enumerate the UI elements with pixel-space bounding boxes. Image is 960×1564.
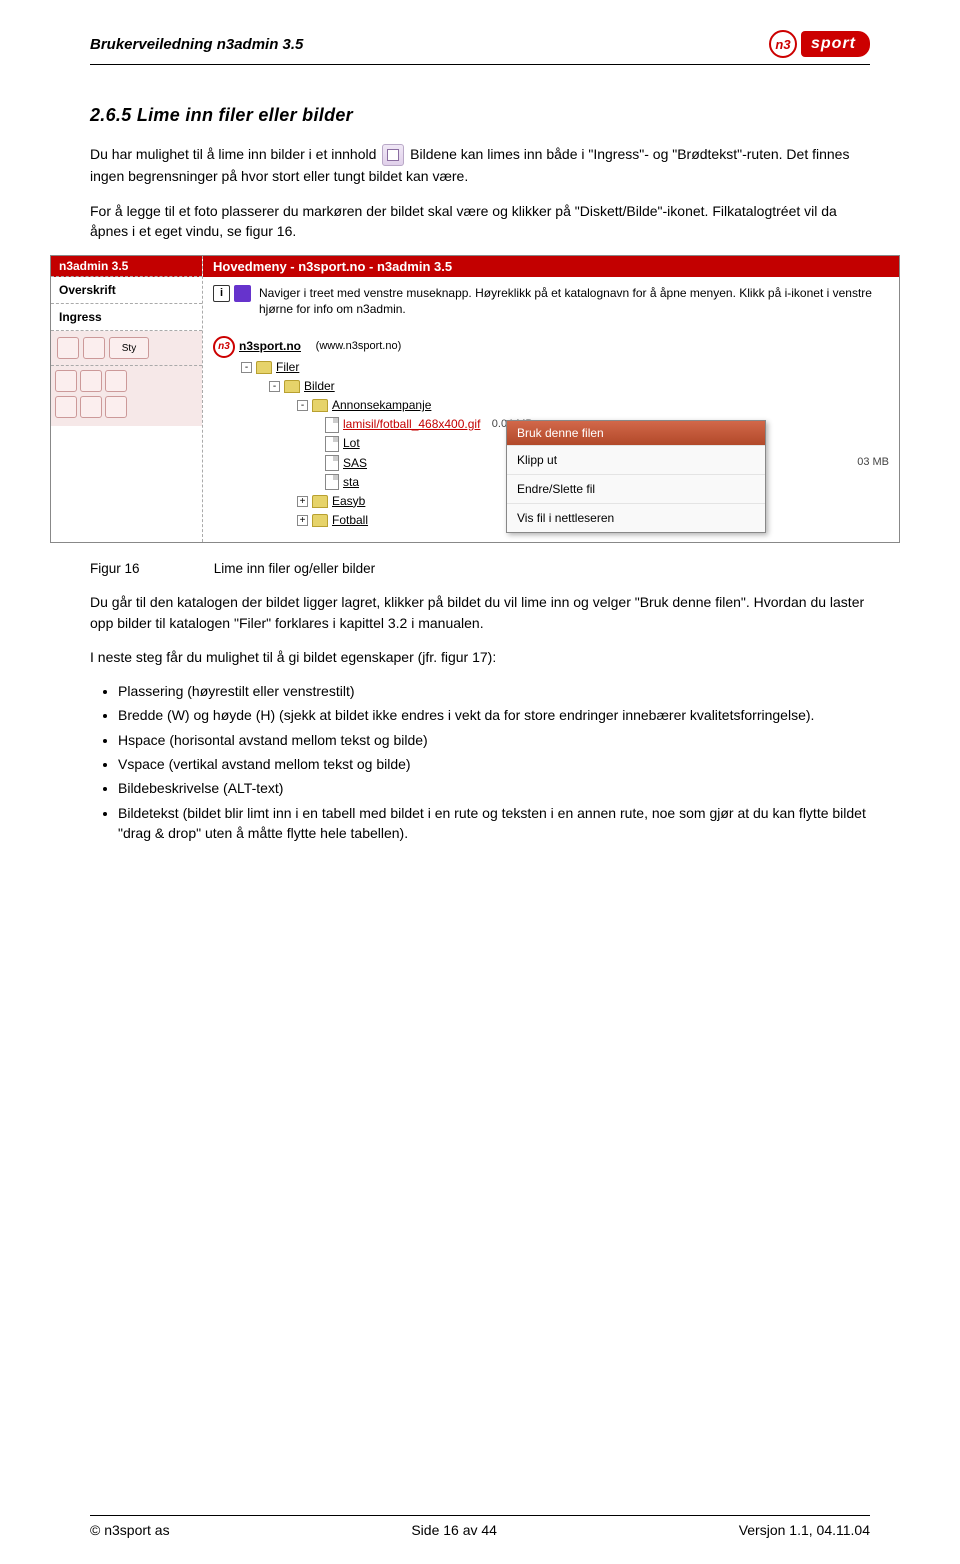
- sidebar-ingress: Ingress: [51, 304, 202, 331]
- figure-number: Figur 16: [90, 561, 210, 576]
- folder-icon: [312, 399, 328, 412]
- expander-minus-icon[interactable]: -: [269, 381, 280, 392]
- file-icon: [325, 417, 339, 433]
- logo-sport-text: sport: [801, 31, 870, 57]
- tree-root-label: n3sport.no: [239, 337, 301, 356]
- toolbar-preview-icon[interactable]: [83, 337, 105, 359]
- file-icon: [325, 474, 339, 490]
- toolbar-row-2: [55, 370, 198, 392]
- page-header: Brukerveiledning n3admin 3.5 n3 sport: [90, 30, 870, 65]
- bullet-3: Hspace (horisontal avstand mellom tekst …: [118, 730, 870, 750]
- footer-center: Side 16 av 44: [411, 1522, 497, 1538]
- brand-logo: n3 sport: [769, 30, 870, 58]
- paragraph-2: For å legge til et foto plasserer du mar…: [90, 201, 870, 242]
- list-ol-icon[interactable]: [55, 396, 77, 418]
- figure-caption-text: Lime inn filer og/eller bilder: [214, 561, 375, 576]
- n3-root-icon: n3: [213, 336, 235, 358]
- tree-root[interactable]: n3 n3sport.no (www.n3sport.no): [213, 336, 889, 358]
- folder-icon: [284, 380, 300, 393]
- screenshot-figure-16: n3admin 3.5 Overskrift Ingress Sty: [50, 255, 900, 543]
- expander-minus-icon[interactable]: -: [241, 362, 252, 373]
- cm-cut[interactable]: Klipp ut: [507, 445, 765, 474]
- toolbar-style-button[interactable]: Sty: [109, 337, 149, 359]
- tree-annonse[interactable]: - Annonsekampanje: [213, 396, 889, 415]
- toolbar-doc-icon[interactable]: [57, 337, 79, 359]
- expander-plus-icon[interactable]: +: [297, 496, 308, 507]
- footer-right: Versjon 1.1, 04.11.04: [739, 1522, 870, 1538]
- main-title: Hovedmeny - n3sport.no - n3admin 3.5: [203, 256, 899, 277]
- bullet-6: Bildetekst (bildet blir limt inn i en ta…: [118, 803, 870, 844]
- align-left-icon[interactable]: [55, 370, 77, 392]
- editor-sidebar: n3admin 3.5 Overskrift Ingress Sty: [51, 256, 203, 542]
- toolbar-row-3: [55, 396, 198, 418]
- align-right-icon[interactable]: [105, 370, 127, 392]
- cm-edit-delete[interactable]: Endre/Slette fil: [507, 474, 765, 503]
- paragraph-1: Du har mulighet til å lime inn bilder i …: [90, 144, 870, 187]
- help-text: Naviger i treet med venstre museknapp. H…: [259, 285, 889, 317]
- list-ul-icon[interactable]: [80, 396, 102, 418]
- tree-root-url: (www.n3sport.no): [316, 338, 402, 356]
- bullet-list: Plassering (høyrestilt eller venstrestil…: [90, 681, 870, 843]
- bullet-1: Plassering (høyrestilt eller venstrestil…: [118, 681, 870, 701]
- sidebar-version: n3admin 3.5: [51, 256, 202, 277]
- folder-icon: [312, 514, 328, 527]
- cm-view-browser[interactable]: Vis fil i nettleseren: [507, 503, 765, 532]
- doc-title: Brukerveiledning n3admin 3.5: [90, 36, 303, 53]
- expander-minus-icon[interactable]: -: [297, 400, 308, 411]
- expander-plus-icon[interactable]: +: [297, 515, 308, 526]
- book-icon[interactable]: [234, 285, 251, 302]
- logo-n3-icon: n3: [769, 30, 797, 58]
- folder-icon: [256, 361, 272, 374]
- toolbar-row-1: Sty: [51, 331, 202, 366]
- section-heading: 2.6.5 Lime inn filer eller bilder: [90, 105, 870, 126]
- file-icon: [325, 455, 339, 471]
- cm-use-file[interactable]: Bruk denne filen: [507, 421, 765, 445]
- bullet-2: Bredde (W) og høyde (H) (sjekk at bildet…: [118, 705, 870, 725]
- paragraph-1a: Du har mulighet til å lime inn bilder i …: [90, 146, 376, 162]
- page-footer: © n3sport as Side 16 av 44 Versjon 1.1, …: [90, 1515, 870, 1538]
- info-icon[interactable]: i: [213, 285, 230, 302]
- tree-filer[interactable]: - Filer: [213, 358, 889, 377]
- para-after-1: Du går til den katalogen der bildet ligg…: [90, 592, 870, 633]
- tree-bilder[interactable]: - Bilder: [213, 377, 889, 396]
- para-after-2: I neste steg får du mulighet til å gi bi…: [90, 647, 870, 667]
- context-menu: Bruk denne filen Klipp ut Endre/Slette f…: [506, 420, 766, 533]
- file-icon: [325, 436, 339, 452]
- sidebar-overskrift: Overskrift: [51, 277, 202, 304]
- main-help-row: i Naviger i treet med venstre museknapp.…: [203, 277, 899, 331]
- list-indent-icon[interactable]: [105, 396, 127, 418]
- footer-left: © n3sport as: [90, 1522, 170, 1538]
- figure-caption: Figur 16 Lime inn filer og/eller bilder: [90, 561, 870, 576]
- align-center-icon[interactable]: [80, 370, 102, 392]
- bullet-5: Bildebeskrivelse (ALT-text): [118, 778, 870, 798]
- diskett-bilde-icon: [382, 144, 404, 166]
- bullet-4: Vspace (vertikal avstand mellom tekst og…: [118, 754, 870, 774]
- folder-icon: [312, 495, 328, 508]
